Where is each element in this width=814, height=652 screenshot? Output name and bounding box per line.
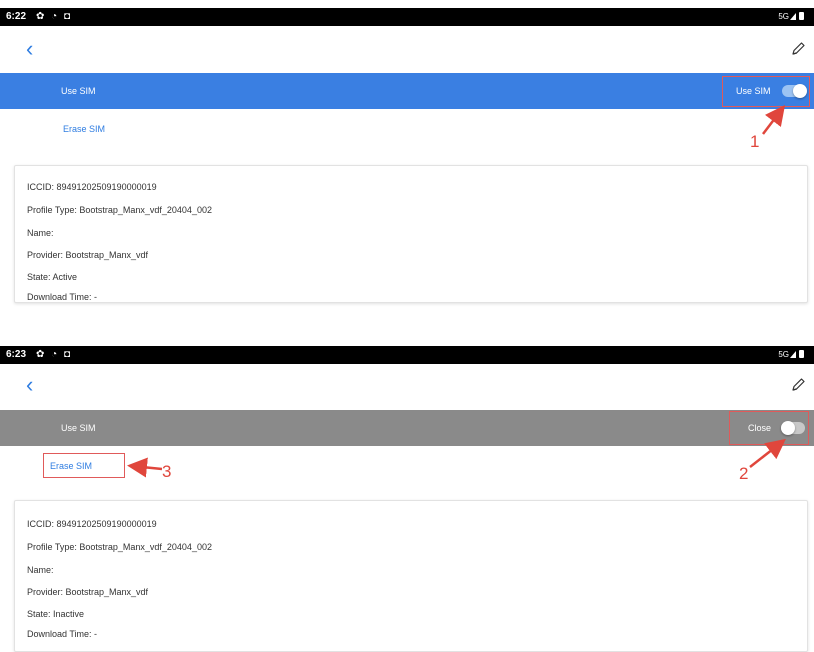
annotation-arrows — [127, 105, 786, 478]
step-number-1: 1 — [750, 132, 760, 151]
step-number-3: 3 — [162, 462, 172, 481]
step-number-2: 2 — [739, 464, 749, 483]
arrow-step-1 — [762, 105, 786, 135]
arrow-step-3 — [127, 457, 163, 478]
arrow-step-2 — [749, 438, 786, 468]
